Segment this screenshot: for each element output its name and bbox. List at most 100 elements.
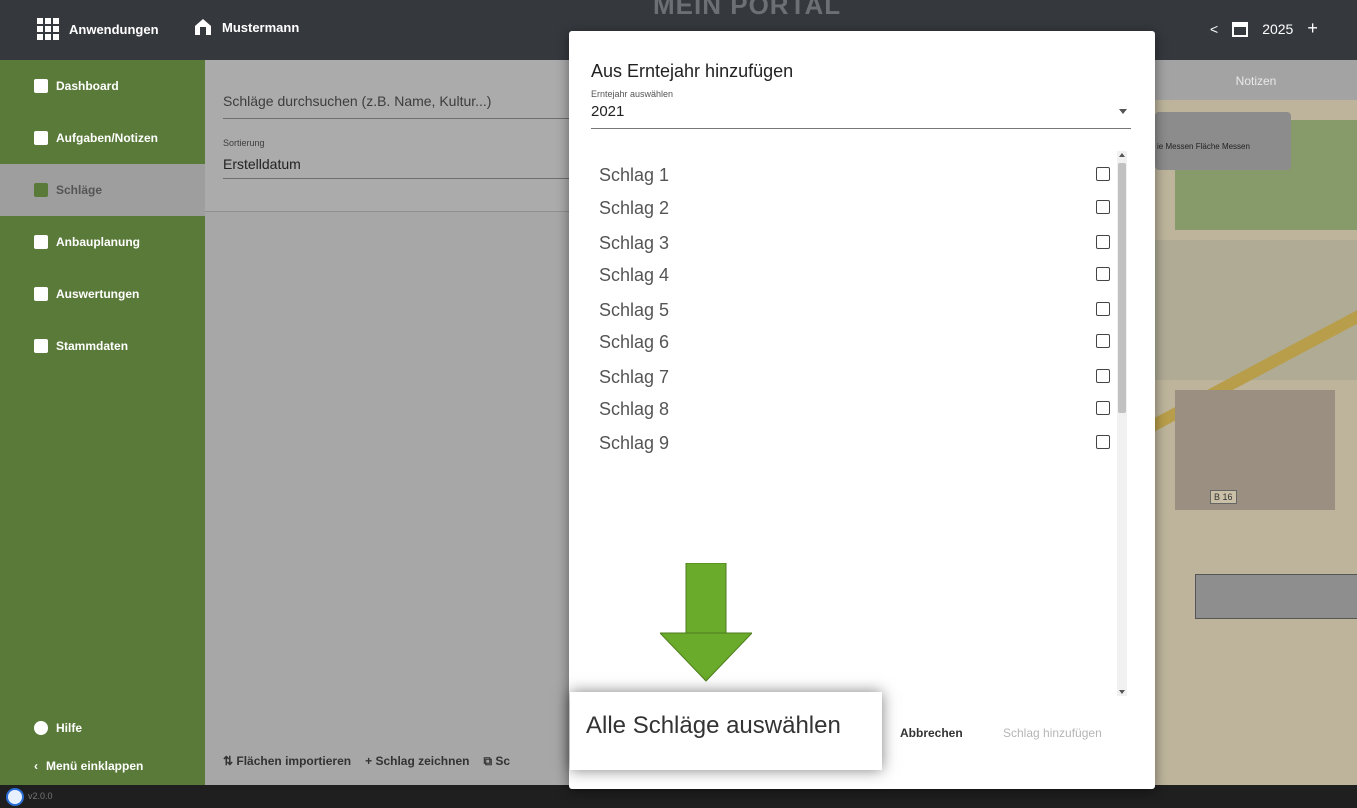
field-name: Schlag 6 <box>599 332 670 352</box>
map-field-area <box>1155 240 1357 380</box>
previous-year-button[interactable]: < <box>1210 21 1218 37</box>
collapse-label: Menü einklappen <box>46 759 144 773</box>
add-field-button[interactable]: Schlag hinzufügen <box>1003 726 1102 740</box>
apps-menu-button[interactable]: Anwendungen <box>37 18 159 40</box>
draw-field-button[interactable]: + Schlag zeichnen <box>365 754 469 769</box>
map-measure-tools: ie Messen Fläche Messen <box>1155 112 1291 170</box>
field-name: Schlag 5 <box>599 300 670 320</box>
scroll-thumb[interactable] <box>1118 163 1126 413</box>
bar-chart-icon <box>34 287 48 301</box>
calendar-icon <box>1232 21 1249 37</box>
field-name: Schlag 7 <box>599 367 670 387</box>
map-view[interactable]: Notizen ie Messen Fläche Messen B 16 <box>1155 60 1357 785</box>
year-value: 2025 <box>1262 20 1294 37</box>
road-label: B 16 <box>1210 490 1237 504</box>
sidebar-item-label: Schläge <box>56 183 103 197</box>
measure-area-button[interactable]: Fläche Messen <box>1196 142 1250 151</box>
harvest-year-select[interactable]: 2021 <box>591 103 1131 129</box>
sort-underline <box>223 178 603 179</box>
field-checkbox[interactable] <box>1096 369 1110 383</box>
list-item[interactable]: Schlag 1 <box>599 165 1119 195</box>
chevron-left-icon: ‹ <box>34 759 38 773</box>
draw-field-label: Schlag zeichnen <box>375 754 470 768</box>
list-item[interactable]: Schlag 8 <box>599 399 1119 429</box>
list-item[interactable]: Schlag 2 <box>599 198 1119 228</box>
apps-label: Anwendungen <box>69 21 159 37</box>
field-list-panel: Schläge durchsuchen (z.B. Name, Kultur..… <box>205 60 605 785</box>
field-checkbox[interactable] <box>1096 235 1110 249</box>
import-areas-label: Flächen importieren <box>236 754 352 768</box>
sidebar-bottom: Hilfe ‹ Menü einklappen <box>0 709 205 785</box>
list-item[interactable]: Schlag 7 <box>599 367 1119 397</box>
field-checkbox[interactable] <box>1096 200 1110 214</box>
year-selector[interactable]: < 2025 + <box>1210 18 1318 39</box>
sidebar-item-label: Aufgaben/Notizen <box>56 131 158 145</box>
help-label: Hilfe <box>56 721 83 735</box>
map-overlay-box <box>1195 574 1357 619</box>
version-label: v2.0.0 <box>28 791 53 801</box>
add-from-harvest-year-dialog: Aus Erntejahr hinzufügen Erntejahr auswä… <box>569 31 1155 789</box>
arrow-down-icon <box>660 563 752 682</box>
sidebar-item-crop-planning[interactable]: Anbauplanung <box>0 216 205 268</box>
sort-label: Sortierung <box>223 138 265 148</box>
add-year-button[interactable]: + <box>1307 18 1318 39</box>
list-item[interactable]: Schlag 3 <box>599 233 1119 263</box>
field-checkbox[interactable] <box>1096 334 1110 348</box>
field-checkbox[interactable] <box>1096 267 1110 281</box>
field-filter-area: Schläge durchsuchen (z.B. Name, Kultur..… <box>205 60 605 212</box>
tasks-icon <box>34 131 48 145</box>
list-item[interactable]: Schlag 6 <box>599 332 1119 362</box>
field-name: Schlag 4 <box>599 265 670 285</box>
search-underline <box>223 118 603 119</box>
clipboard-icon <box>34 183 48 197</box>
help-icon <box>34 721 48 735</box>
sidebar-item-label: Anbauplanung <box>56 235 140 249</box>
import-areas-button[interactable]: ⇅ Flächen importieren <box>223 754 351 769</box>
export-label: Sc <box>495 754 511 768</box>
cancel-button[interactable]: Abbrechen <box>900 726 963 740</box>
field-checkbox[interactable] <box>1096 302 1110 316</box>
field-name: Schlag 2 <box>599 198 670 218</box>
sidebar-item-fields[interactable]: Schläge <box>0 164 205 216</box>
sidebar-item-master-data[interactable]: Stammdaten <box>0 320 205 372</box>
sidebar-item-reports[interactable]: Auswertungen <box>0 268 205 320</box>
dialog-title: Aus Erntejahr hinzufügen <box>591 61 794 81</box>
list-item[interactable]: Schlag 4 <box>599 265 1119 295</box>
list-scrollbar[interactable] <box>1117 151 1127 696</box>
list-item[interactable]: Schlag 9 <box>599 433 1119 463</box>
field-name: Schlag 3 <box>599 233 670 253</box>
collapse-menu-button[interactable]: ‹ Menü einklappen <box>0 747 205 785</box>
help-button[interactable]: Hilfe <box>0 709 205 747</box>
sidebar-item-label: Auswertungen <box>56 287 140 301</box>
search-input[interactable]: Schläge durchsuchen (z.B. Name, Kultur..… <box>223 93 491 109</box>
scroll-down-icon[interactable] <box>1119 690 1125 694</box>
home-icon <box>34 79 48 93</box>
tractor-icon <box>34 339 48 353</box>
sidebar-item-label: Stammdaten <box>56 339 129 353</box>
sort-select[interactable]: Erstelldatum <box>223 156 301 172</box>
field-checkbox[interactable] <box>1096 401 1110 415</box>
tab-notes[interactable]: Notizen <box>1155 60 1357 100</box>
apps-grid-icon <box>37 18 59 40</box>
user-label: Mustermann <box>222 19 300 35</box>
list-item[interactable]: Schlag 5 <box>599 300 1119 330</box>
select-all-button[interactable]: Alle Schläge auswählen <box>570 692 882 770</box>
field-checkbox[interactable] <box>1096 167 1110 181</box>
scroll-up-icon[interactable] <box>1119 153 1125 157</box>
harvest-year-value: 2021 <box>591 103 625 120</box>
field-name: Schlag 9 <box>599 433 670 453</box>
caret-down-icon <box>1119 109 1127 114</box>
sidebar-item-dashboard[interactable]: Dashboard <box>0 60 205 112</box>
sidebar-item-label: Dashboard <box>56 79 119 93</box>
field-checkbox[interactable] <box>1096 435 1110 449</box>
user-menu-button[interactable]: Mustermann <box>194 18 299 36</box>
measure-line-button[interactable]: ie Messen <box>1157 142 1193 151</box>
field-name: Schlag 1 <box>599 165 670 185</box>
version-check-icon <box>6 788 24 806</box>
farm-house-icon <box>195 19 211 35</box>
sidebar: Dashboard Aufgaben/Notizen Schläge Anbau… <box>0 60 205 785</box>
sidebar-item-tasks-notes[interactable]: Aufgaben/Notizen <box>0 112 205 164</box>
map-town-area <box>1175 390 1335 510</box>
field-name: Schlag 8 <box>599 399 670 419</box>
export-button[interactable]: ⧉ Sc <box>483 754 510 769</box>
